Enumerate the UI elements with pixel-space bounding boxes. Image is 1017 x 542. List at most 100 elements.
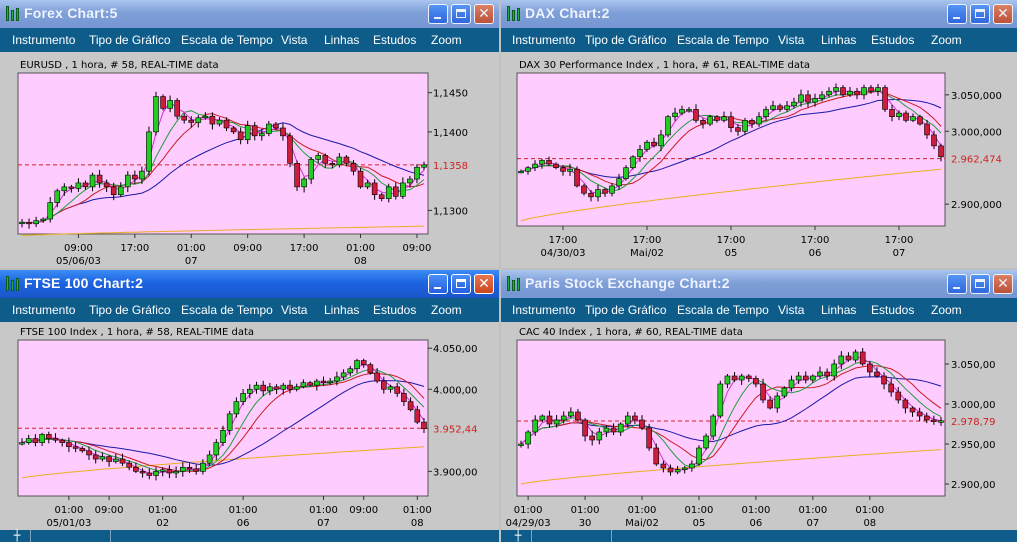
forex-chart[interactable]: EURUSD , 1 hora, # 58, REAL-TIME data 1,1… xyxy=(0,52,499,268)
candle xyxy=(689,463,695,469)
candle xyxy=(624,415,631,425)
candle xyxy=(582,419,588,437)
menu-escala-de-tempo[interactable]: Escala de Tempo xyxy=(181,303,273,317)
candle xyxy=(25,438,32,443)
chart-subtitle: FTSE 100 Index , 1 hora, # 58, REAL-TIME… xyxy=(20,327,254,338)
menu-linhas[interactable]: Linhas xyxy=(324,303,359,317)
candle xyxy=(357,170,364,188)
candle xyxy=(674,469,681,473)
chart-toolbar: ┼ xyxy=(0,530,499,542)
candle xyxy=(810,375,816,381)
candle xyxy=(724,375,731,385)
candle xyxy=(602,189,608,194)
x-tick-sublabel: 05/06/03 xyxy=(56,256,101,267)
candle xyxy=(610,427,617,433)
minimize-icon xyxy=(434,287,441,289)
minimize-button[interactable] xyxy=(947,274,967,294)
candle xyxy=(824,371,830,377)
candle xyxy=(414,166,420,180)
forex-chart-window[interactable]: Forex Chart:5 ✕ Instrumento Tipo de Gráf… xyxy=(0,0,499,268)
dax-title-bar[interactable]: DAX Chart:2 ✕ xyxy=(501,0,1017,28)
menu-instrumento[interactable]: Instrumento xyxy=(512,33,575,47)
menu-escala-de-tempo[interactable]: Escala de Tempo xyxy=(677,303,769,317)
minimize-button[interactable] xyxy=(428,4,448,24)
close-button[interactable]: ✕ xyxy=(474,4,494,24)
menu-estudos[interactable]: Estudos xyxy=(871,33,914,47)
y-tick-label: 3.000,000 xyxy=(951,127,1002,138)
x-tick-label: 01:00 xyxy=(229,505,258,516)
crosshair-icon[interactable]: ┼ xyxy=(505,530,532,542)
candle xyxy=(539,160,545,165)
menu-estudos[interactable]: Estudos xyxy=(373,303,416,317)
candle xyxy=(630,156,636,169)
menu-zoom[interactable]: Zoom xyxy=(931,33,962,47)
menu-estudos[interactable]: Estudos xyxy=(871,303,914,317)
ftse-chart[interactable]: FTSE 100 Index , 1 hora, # 58, REAL-TIME… xyxy=(0,322,499,530)
paris-chart[interactable]: CAC 40 Index , 1 hora, # 60, REAL-TIME d… xyxy=(501,322,1017,530)
x-tick-sublabel: 05/01/03 xyxy=(46,518,91,529)
ftse-chart-window[interactable]: FTSE 100 Chart:2 ✕ Instrumento Tipo de G… xyxy=(0,270,499,542)
close-button[interactable]: ✕ xyxy=(993,274,1013,294)
x-tick-label: 01:00 xyxy=(628,505,657,516)
candle xyxy=(658,134,664,147)
candle xyxy=(916,411,923,417)
menu-estudos[interactable]: Estudos xyxy=(373,33,416,47)
close-button[interactable]: ✕ xyxy=(993,4,1013,24)
menu-tipo-de-grafico[interactable]: Tipo de Gráfico xyxy=(89,33,171,47)
menu-escala-de-tempo[interactable]: Escala de Tempo xyxy=(677,33,769,47)
maximize-button[interactable] xyxy=(970,274,990,294)
y-tick-label: 3.050,00 xyxy=(951,360,996,371)
candle xyxy=(47,202,54,220)
dax-chart[interactable]: DAX 30 Performance Index , 1 hora, # 61,… xyxy=(501,52,1017,268)
candle xyxy=(717,383,724,417)
minimize-icon xyxy=(434,17,441,19)
x-tick-sublabel: 04/29/03 xyxy=(506,518,551,529)
menu-tipo-de-grafico[interactable]: Tipo de Gráfico xyxy=(585,33,667,47)
menu-tipo-de-grafico[interactable]: Tipo de Gráfico xyxy=(89,303,171,317)
menu-tipo-de-grafico[interactable]: Tipo de Gráfico xyxy=(585,303,667,317)
minimize-button[interactable] xyxy=(947,4,967,24)
paris-chart-window[interactable]: Paris Stock Exchange Chart:2 ✕ Instrumen… xyxy=(501,270,1017,542)
crosshair-icon[interactable]: ┼ xyxy=(4,530,31,542)
candle xyxy=(826,90,832,96)
candle xyxy=(617,423,624,433)
menu-linhas[interactable]: Linhas xyxy=(821,303,856,317)
minimize-button[interactable] xyxy=(428,274,448,294)
paris-title-bar[interactable]: Paris Stock Exchange Chart:2 ✕ xyxy=(501,270,1017,298)
menu-linhas[interactable]: Linhas xyxy=(821,33,856,47)
maximize-button[interactable] xyxy=(451,274,471,294)
dax-chart-window[interactable]: DAX Chart:2 ✕ Instrumento Tipo de Gráfic… xyxy=(501,0,1017,268)
candle xyxy=(45,434,52,439)
forex-title-bar[interactable]: Forex Chart:5 ✕ xyxy=(0,0,499,28)
menu-vista[interactable]: Vista xyxy=(778,33,804,47)
candle xyxy=(347,368,354,374)
candle xyxy=(637,149,643,158)
menu-vista[interactable]: Vista xyxy=(281,33,307,47)
menu-instrumento[interactable]: Instrumento xyxy=(512,303,575,317)
menu-zoom[interactable]: Zoom xyxy=(431,303,462,317)
menu-vista[interactable]: Vista xyxy=(778,303,804,317)
candle xyxy=(749,120,755,125)
close-button[interactable]: ✕ xyxy=(474,274,494,294)
maximize-icon xyxy=(456,279,466,288)
candle xyxy=(568,411,574,417)
menu-escala-de-tempo[interactable]: Escala de Tempo xyxy=(181,33,273,47)
candle xyxy=(206,454,213,464)
candle xyxy=(798,94,804,103)
candle xyxy=(106,456,112,462)
menu-vista[interactable]: Vista xyxy=(281,303,307,317)
candle xyxy=(745,375,752,379)
candle xyxy=(237,131,244,141)
candle xyxy=(721,116,727,121)
ftse-title-bar[interactable]: FTSE 100 Chart:2 ✕ xyxy=(0,270,499,298)
close-icon: ✕ xyxy=(478,6,490,22)
menu-zoom[interactable]: Zoom xyxy=(931,303,962,317)
candle xyxy=(588,192,594,198)
menu-zoom[interactable]: Zoom xyxy=(431,33,462,47)
candle xyxy=(117,186,124,196)
maximize-button[interactable] xyxy=(970,4,990,24)
menu-linhas[interactable]: Linhas xyxy=(324,33,359,47)
menu-instrumento[interactable]: Instrumento xyxy=(12,303,75,317)
maximize-button[interactable] xyxy=(451,4,471,24)
menu-instrumento[interactable]: Instrumento xyxy=(12,33,75,47)
